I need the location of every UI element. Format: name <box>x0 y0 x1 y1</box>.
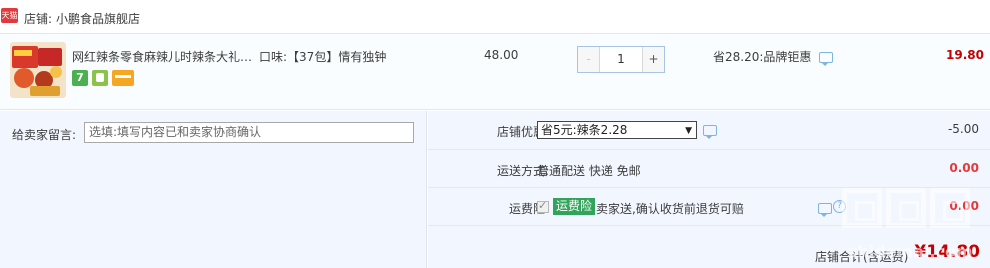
shop-discount-value: -5.00 <box>947 122 979 136</box>
shop-discount-selected: 省5元:辣条2.28 <box>541 123 628 137</box>
product-title-link[interactable]: 网红辣条零食麻辣儿时辣条大礼… <box>72 48 257 65</box>
message-panel: 给卖家留言: 选填:填写内容已和卖家协商确认 <box>0 111 427 268</box>
watermark-text: zhidemai.com <box>848 242 973 261</box>
card-icon <box>112 70 134 86</box>
watermark-logo <box>842 188 970 228</box>
chevron-down-icon: ▼ <box>685 126 692 136</box>
quantity-increase-button[interactable]: + <box>642 47 664 72</box>
shop-discount-row: 店铺优惠: 省5元:辣条2.28 ▼ -5.00 <box>428 111 990 150</box>
unit-price: 48.00 <box>484 48 519 62</box>
shop-label: 店铺: <box>24 12 53 26</box>
insurance-badge: 运费险 <box>553 198 596 215</box>
shipping-fee: 0.00 <box>949 161 979 175</box>
discount-chat-icon[interactable] <box>819 52 834 66</box>
product-service-icons: 7 <box>72 70 134 86</box>
promo-icon <box>92 70 108 86</box>
quantity-input[interactable]: 1 <box>600 47 642 72</box>
watermark-mark-icon <box>886 188 926 228</box>
seller-message-input[interactable]: 选填:填写内容已和卖家协商确认 <box>84 122 414 143</box>
shipping-row: 运送方式: 普通配送 快递 免邮 0.00 <box>428 150 990 188</box>
insurance-description: 卖家送,确认收货前退货可赔 <box>596 202 744 216</box>
insurance-checkbox[interactable] <box>537 199 549 213</box>
shipping-method: 普通配送 快递 免邮 <box>537 164 641 178</box>
shop-name-link[interactable]: 小鹏食品旗舰店 <box>56 10 140 27</box>
seven-day-return-icon: 7 <box>72 70 88 86</box>
shop-discount-select[interactable]: 省5元:辣条2.28 ▼ <box>537 121 697 139</box>
insurance-chat-icon[interactable] <box>818 203 832 217</box>
order-item-row: 网红辣条零食麻辣儿时辣条大礼… 7 口味:【37包】情有独钟 48.00 - 1… <box>0 34 990 110</box>
product-thumbnail[interactable] <box>10 42 66 98</box>
quantity-decrease-button[interactable]: - <box>578 47 600 72</box>
shop-header: 天猫 店铺: 小鹏食品旗舰店 <box>0 0 990 34</box>
tmall-badge-icon: 天猫 <box>1 8 18 23</box>
item-discount: 省28.20:品牌钜惠 <box>713 48 834 66</box>
watermark-mark-icon <box>930 188 970 228</box>
quantity-stepper: - 1 + <box>577 46 665 73</box>
discount-info-chat-icon[interactable] <box>703 125 717 139</box>
watermark-mark-icon <box>842 188 882 228</box>
item-subtotal: 19.80 <box>946 48 984 62</box>
message-label: 给卖家留言: <box>12 128 77 142</box>
product-sku: 口味:【37包】情有独钟 <box>259 50 387 64</box>
item-discount-text: 省28.20:品牌钜惠 <box>713 50 812 64</box>
